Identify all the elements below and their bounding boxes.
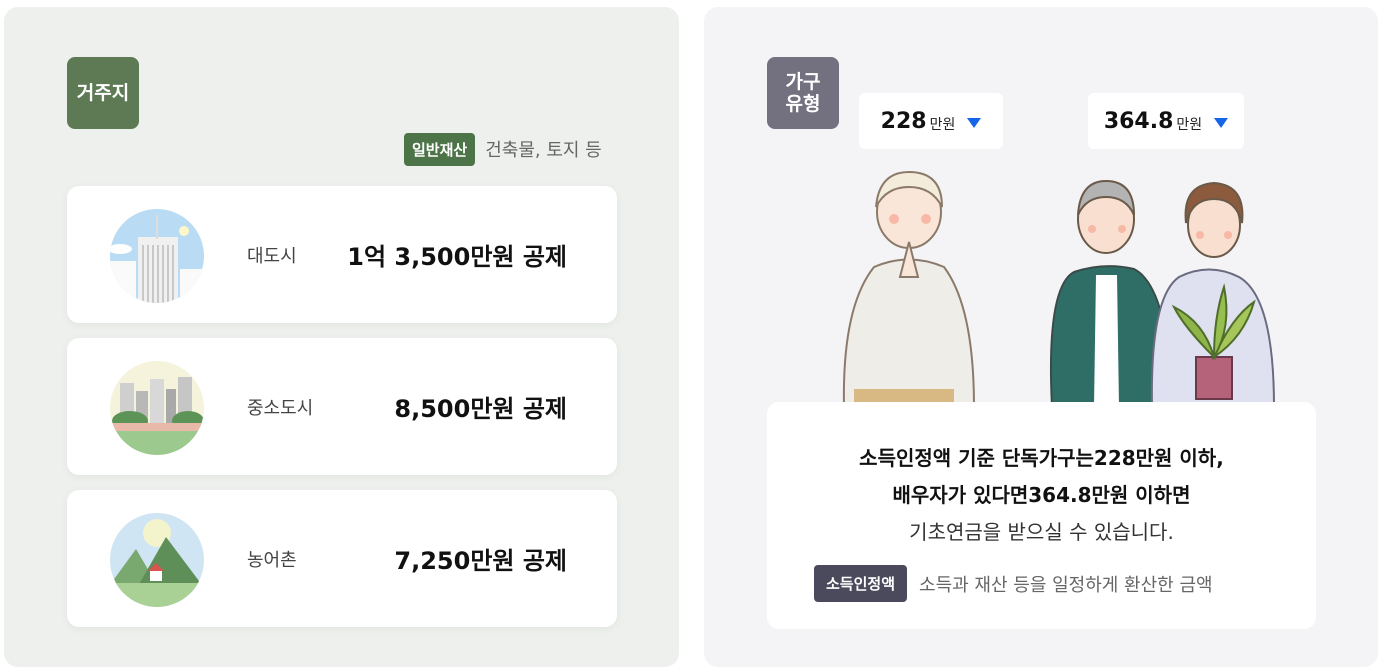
deduction-card-metro: 대도시 1억 3,500만원 공제 xyxy=(67,186,617,323)
eligibility-info-card: 소득인정액 기준 단독가구는228만원 이하, 배우자가 있다면364.8만원 … xyxy=(767,402,1316,629)
elderly-people-illustration xyxy=(842,170,1276,407)
asset-description: 건축물, 토지 등 xyxy=(485,140,602,161)
single-elder-figure xyxy=(842,170,976,407)
couple-income-dropdown[interactable]: 364.8 만원 xyxy=(1088,93,1244,149)
single-income-dropdown[interactable]: 228 만원 xyxy=(859,93,1003,149)
row-amount-metro: 1억 3,500만원 공제 xyxy=(347,243,567,271)
asset-type-row: 일반재산 건축물, 토지 등 xyxy=(404,132,602,166)
row-amount-rural: 7,250만원 공제 xyxy=(394,547,567,575)
row-label-rural: 농어촌 xyxy=(247,549,297,571)
caret-down-icon xyxy=(1214,118,1229,128)
single-income-value: 228 xyxy=(880,108,927,134)
definition-badge: 소득인정액 xyxy=(814,565,908,602)
couple-income-unit: 만원 xyxy=(1176,117,1203,133)
wife-figure xyxy=(1150,181,1276,407)
residence-tag: 거주지 xyxy=(67,57,139,129)
couple-income-value: 364.8 xyxy=(1103,108,1174,134)
definition-description: 소득과 재산 등을 일정하게 환산한 금액 xyxy=(919,574,1213,596)
row-label-metro: 대도시 xyxy=(247,245,297,267)
small-city-icon xyxy=(110,361,204,455)
row-label-midcity: 중소도시 xyxy=(247,397,314,419)
residence-panel: 거주지 일반재산 건축물, 토지 등 대도시 1억 3,500만원 공제 중소도… xyxy=(4,7,679,667)
rural-mountain-icon xyxy=(110,513,204,607)
household-tag: 가구 유형 xyxy=(767,57,839,129)
info-line-1: 소득인정액 기준 단독가구는228만원 이하, xyxy=(859,446,1224,470)
info-line-3: 기초연금을 받으실 수 있습니다. xyxy=(909,520,1174,544)
row-amount-midcity: 8,500만원 공제 xyxy=(394,395,567,423)
household-panel: 가구 유형 228 만원 364.8 만원 소득인정액 기준 단독가구는228만… xyxy=(704,7,1378,667)
deduction-card-rural: 농어촌 7,250만원 공제 xyxy=(67,490,617,627)
definition-row: 소득인정액 소득과 재산 등을 일정하게 환산한 금액 xyxy=(814,565,1213,602)
caret-down-icon xyxy=(967,118,982,128)
info-line-2: 배우자가 있다면364.8만원 이하면 xyxy=(892,483,1191,507)
asset-badge: 일반재산 xyxy=(404,132,476,166)
deduction-card-midcity: 중소도시 8,500만원 공제 xyxy=(67,338,617,475)
single-income-unit: 만원 xyxy=(929,117,956,133)
city-skyscraper-icon xyxy=(110,209,204,303)
